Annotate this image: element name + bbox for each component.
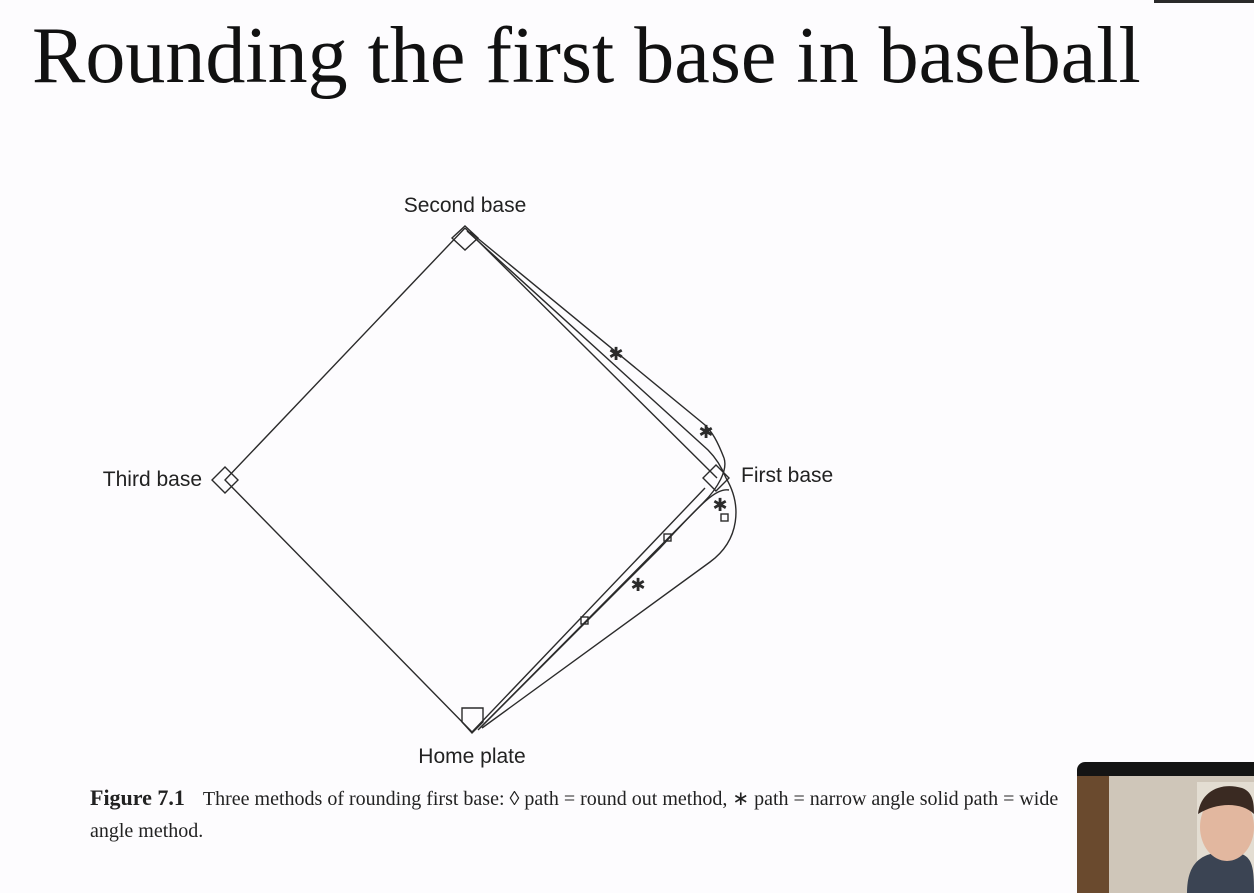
diamond-second-to-first-edge	[464, 227, 718, 479]
asterisk-marker: ✱	[608, 344, 623, 365]
baseball-diamond-diagram: ✱ ✱ ✱ ✱ Second base Third base First bas…	[103, 194, 833, 768]
narrow-angle-continuation	[469, 231, 725, 459]
home-plate-marker	[461, 707, 484, 735]
home-plate-label: Home plate	[418, 745, 525, 768]
webcam-overlay	[1077, 762, 1254, 893]
asterisk-marker: ✱	[698, 422, 713, 443]
diamond-left-edges	[224, 227, 473, 733]
wide-angle-path	[481, 477, 737, 729]
narrow-angle-path	[477, 457, 726, 731]
asterisk-marker: ✱	[712, 495, 727, 516]
round-out-path	[479, 489, 730, 729]
figure-number: Figure 7.1	[90, 785, 185, 810]
first-base-label: First base	[741, 464, 833, 487]
webcam-person-icon	[1077, 776, 1254, 893]
third-base-label: Third base	[103, 468, 202, 491]
lecture-slide: Rounding the first base in baseball ✱ ✱ …	[0, 0, 1254, 893]
diamond-home-to-first-edge	[471, 487, 706, 733]
second-base-label: Second base	[404, 194, 527, 217]
asterisk-marker: ✱	[630, 575, 645, 596]
figure-caption-text: Three methods of rounding first base: ◊ …	[90, 788, 1059, 842]
figure-caption: Figure 7.1 Three methods of rounding firs…	[90, 782, 1080, 847]
